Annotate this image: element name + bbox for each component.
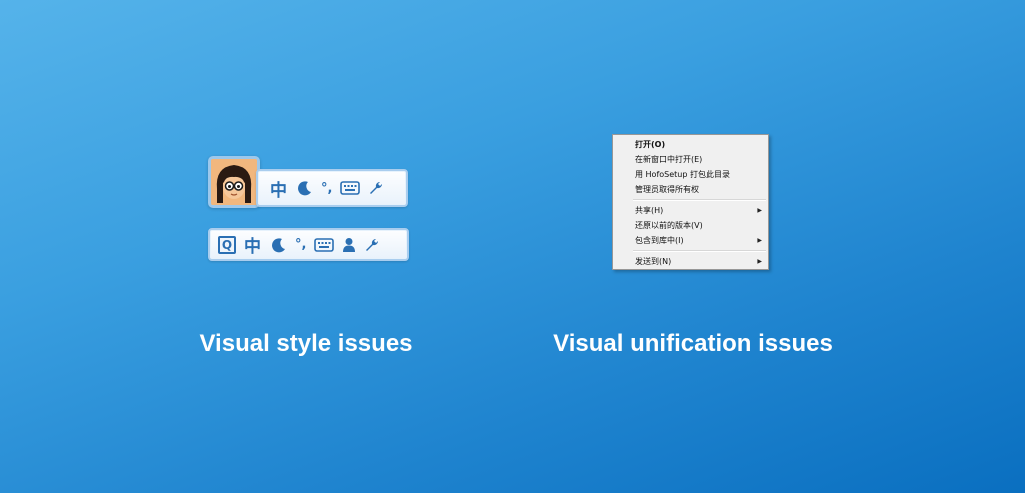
context-menu: 打开(O) 在新窗口中打开(E) 用 HofoSetup 打包此目录 管理员取得… <box>612 134 769 270</box>
menu-item-send-to[interactable]: 发送到(N) ▶ <box>613 254 768 269</box>
menu-item-take-ownership[interactable]: 管理员取得所有权 <box>613 182 768 197</box>
menu-item-open-new-window[interactable]: 在新窗口中打开(E) <box>613 152 768 167</box>
menu-item-hofosetup-pack[interactable]: 用 HofoSetup 打包此目录 <box>613 167 768 182</box>
submenu-arrow-icon: ▶ <box>757 258 762 265</box>
caption-visual-style-issues: Visual style issues <box>199 330 413 357</box>
moon-icon[interactable] <box>297 180 313 196</box>
chinese-mode-button[interactable]: 中 <box>244 232 261 257</box>
moon-icon[interactable] <box>271 237 287 253</box>
keyboard-icon[interactable] <box>314 237 335 252</box>
keyboard-icon[interactable] <box>340 181 361 195</box>
punctuation-icon[interactable]: °, <box>321 181 332 196</box>
punctuation-icon[interactable]: °, <box>295 237 306 252</box>
submenu-arrow-icon: ▶ <box>757 207 762 214</box>
menu-item-share[interactable]: 共享(H) ▶ <box>613 203 768 218</box>
menu-separator <box>633 199 766 201</box>
menu-separator <box>633 250 766 252</box>
qq-pinyin-logo-icon[interactable]: Q <box>218 235 236 254</box>
avatar-character-icon[interactable] <box>208 156 260 208</box>
wrench-icon[interactable] <box>364 237 380 253</box>
menu-item-include-in-library[interactable]: 包含到库中(I) ▶ <box>613 233 768 248</box>
wrench-icon[interactable] <box>368 180 384 196</box>
caption-visual-unification-issues: Visual unification issues <box>553 330 833 357</box>
ime-toolbar-style-a: 中 °, <box>256 169 408 207</box>
chinese-mode-button[interactable]: 中 <box>270 176 287 201</box>
ime-toolbar-style-b: Q 中 °, <box>208 228 409 261</box>
user-icon[interactable] <box>342 237 356 253</box>
menu-item-open[interactable]: 打开(O) <box>613 137 768 152</box>
submenu-arrow-icon: ▶ <box>757 237 762 244</box>
menu-item-restore-previous[interactable]: 还原以前的版本(V) <box>613 218 768 233</box>
